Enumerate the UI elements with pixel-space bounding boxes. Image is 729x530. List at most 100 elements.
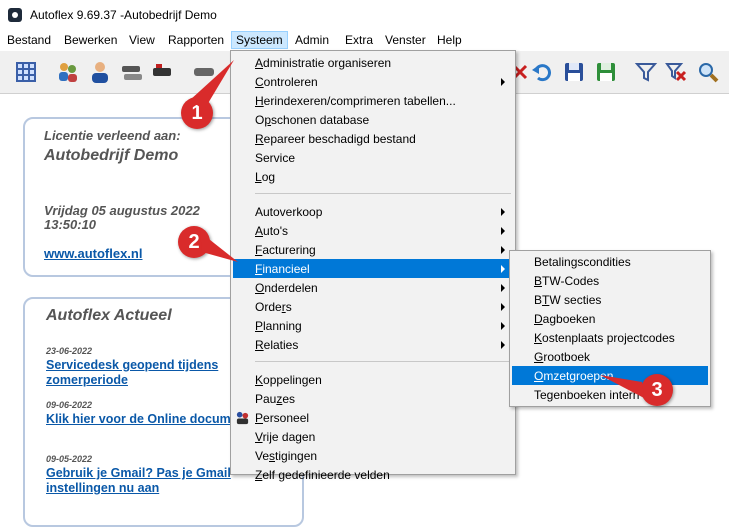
menu-item-personeel[interactable]: Personeel	[233, 408, 513, 427]
current-date: Vrijdag 05 augustus 2022	[44, 203, 200, 218]
menu-item-label: Administratie organiseren	[255, 56, 392, 70]
title-bar: Autoflex 9.69.37 -Autobedrijf Demo	[0, 0, 729, 30]
menu-item-label: Planning	[255, 319, 302, 333]
menu-item-label: Orders	[255, 300, 292, 314]
menu-item-auto-s[interactable]: Auto's	[233, 221, 513, 240]
menu-item-label: Repareer beschadigd bestand	[255, 132, 416, 146]
financieel-submenu: Betalingscondities BTW-Codes BTW secties Da…	[509, 250, 711, 407]
menu-item-label: Financieel	[255, 262, 310, 276]
submenu-arrow-icon	[501, 303, 505, 311]
menu-item-dagboeken[interactable]: Dagboeken	[512, 309, 708, 328]
menu-item-label: Kostenplaats projectcodes	[534, 331, 675, 345]
filter-icon[interactable]	[634, 60, 658, 84]
menu-systeem[interactable]: Systeem	[231, 31, 288, 49]
systeem-menu: Administratie organiseren Controleren Heri…	[230, 50, 516, 482]
menu-item-controleren[interactable]: Controleren	[233, 72, 513, 91]
news-title: Autoflex Actueel	[46, 307, 172, 324]
news-date: 09-05-2022	[46, 454, 93, 464]
menu-item-label: Grootboek	[534, 350, 591, 364]
submenu-arrow-icon	[501, 246, 505, 254]
menu-item-label: Facturering	[255, 243, 316, 257]
menu-item-tegenboeken-intern[interactable]: Tegenboeken intern	[512, 385, 708, 404]
menu-item-label: Vrije dagen	[255, 430, 316, 444]
menu-item-planning[interactable]: Planning	[233, 316, 513, 335]
menu-item-pauzes[interactable]: Pauzes	[233, 389, 513, 408]
submenu-arrow-icon	[501, 227, 505, 235]
grid-icon[interactable]	[14, 60, 38, 84]
personnel-icon	[236, 411, 249, 425]
menu-item-kostenplaats-projectcodes[interactable]: Kostenplaats projectcodes	[512, 328, 708, 347]
clear-filter-icon[interactable]	[664, 60, 688, 84]
save-icon[interactable]	[562, 60, 586, 84]
app-icon	[8, 8, 22, 22]
menu-item-omzetgroepen[interactable]: Omzetgroepen	[512, 366, 708, 385]
cars-icon[interactable]	[120, 60, 144, 84]
menu-item-service[interactable]: Service	[233, 148, 513, 167]
website-link[interactable]: www.autoflex.nl	[44, 246, 142, 261]
window-title: Autoflex 9.69.37 -Autobedrijf Demo	[30, 8, 217, 22]
menu-item-herindexeren-comprimeren-tabellen[interactable]: Herindexeren/comprimeren tabellen...	[233, 91, 513, 110]
parts-icon[interactable]	[150, 60, 174, 84]
car-icon[interactable]	[192, 60, 216, 84]
menu-item-vrije-dagen[interactable]: Vrije dagen	[233, 427, 513, 446]
menu-item-label: Koppelingen	[255, 373, 322, 387]
menu-item-administratie-organiseren[interactable]: Administratie organiseren	[233, 53, 513, 72]
submenu-arrow-icon	[501, 322, 505, 330]
menu-item-label: Autoverkoop	[255, 205, 323, 219]
menu-item-opschonen-database[interactable]: Opschonen database	[233, 110, 513, 129]
submenu-arrow-icon	[501, 78, 505, 86]
menu-view[interactable]: View	[129, 33, 155, 47]
menu-rapporten[interactable]: Rapporten	[168, 33, 224, 47]
menu-item-facturering[interactable]: Facturering	[233, 240, 513, 259]
menu-extra[interactable]: Extra	[345, 33, 373, 47]
menu-item-label: Service	[255, 151, 296, 165]
menu-item-label: Tegenboeken intern	[534, 388, 640, 402]
menu-item-repareer-beschadigd-bestand[interactable]: Repareer beschadigd bestand	[233, 129, 513, 148]
menu-item-label: Herindexeren/comprimeren tabellen...	[255, 94, 456, 108]
news-date: 23-06-2022	[46, 346, 93, 356]
menu-item-label: Zelf gedefinieerde velden	[255, 468, 390, 482]
menu-separator	[255, 193, 511, 194]
menu-bewerken[interactable]: Bewerken	[64, 33, 117, 47]
menu-item-label: Personeel	[255, 411, 310, 425]
menu-bestand[interactable]: Bestand	[7, 33, 51, 47]
menu-item-btw-secties[interactable]: BTW secties	[512, 290, 708, 309]
menu-item-label: BTW-Codes	[534, 274, 600, 288]
menu-item-autoverkoop[interactable]: Autoverkoop	[233, 202, 513, 221]
menu-venster[interactable]: Venster	[385, 33, 426, 47]
menu-item-label: Relaties	[255, 338, 299, 352]
menu-item-betalingscondities[interactable]: Betalingscondities	[512, 252, 708, 271]
menu-item-label: Betalingscondities	[534, 255, 631, 269]
menu-help[interactable]: Help	[437, 33, 462, 47]
menu-item-btw-codes[interactable]: BTW-Codes	[512, 271, 708, 290]
menu-item-orders[interactable]: Orders	[233, 297, 513, 316]
current-time: 13:50:10	[44, 217, 97, 232]
menu-admin[interactable]: Admin	[295, 33, 329, 47]
menu-item-koppelingen[interactable]: Koppelingen	[233, 370, 513, 389]
menu-item-grootboek[interactable]: Grootboek	[512, 347, 708, 366]
callout-badge: 1	[181, 97, 213, 129]
menu-item-zelf-gedefinieerde-velden[interactable]: Zelf gedefinieerde velden	[233, 465, 513, 484]
menu-item-label: Opschonen database	[255, 113, 370, 127]
menu-bar: Bestand Bewerken View Rapporten Systeem Admin…	[0, 30, 729, 51]
menu-item-label: Log	[255, 170, 276, 184]
menu-item-onderdelen[interactable]: Onderdelen	[233, 278, 513, 297]
submenu-arrow-icon	[501, 265, 505, 273]
menu-item-label: Onderdelen	[255, 281, 318, 295]
license-label: Licentie verleend aan:	[44, 128, 181, 143]
menu-item-label: Pauzes	[255, 392, 296, 406]
save-all-icon[interactable]	[594, 60, 618, 84]
menu-item-log[interactable]: Log	[233, 167, 513, 186]
menu-separator	[255, 361, 511, 362]
search-icon[interactable]	[696, 60, 720, 84]
menu-item-relaties[interactable]: Relaties	[233, 335, 513, 354]
undo-icon[interactable]	[530, 60, 554, 84]
menu-item-label: Dagboeken	[534, 312, 596, 326]
person-icon[interactable]	[88, 60, 112, 84]
menu-item-label: Omzetgroepen	[534, 369, 614, 383]
menu-item-financieel[interactable]: Financieel	[233, 259, 513, 278]
menu-item-label: Auto's	[255, 224, 288, 238]
menu-item-label: BTW secties	[534, 293, 602, 307]
menu-item-vestigingen[interactable]: Vestigingen	[233, 446, 513, 465]
users-icon[interactable]	[56, 60, 80, 84]
